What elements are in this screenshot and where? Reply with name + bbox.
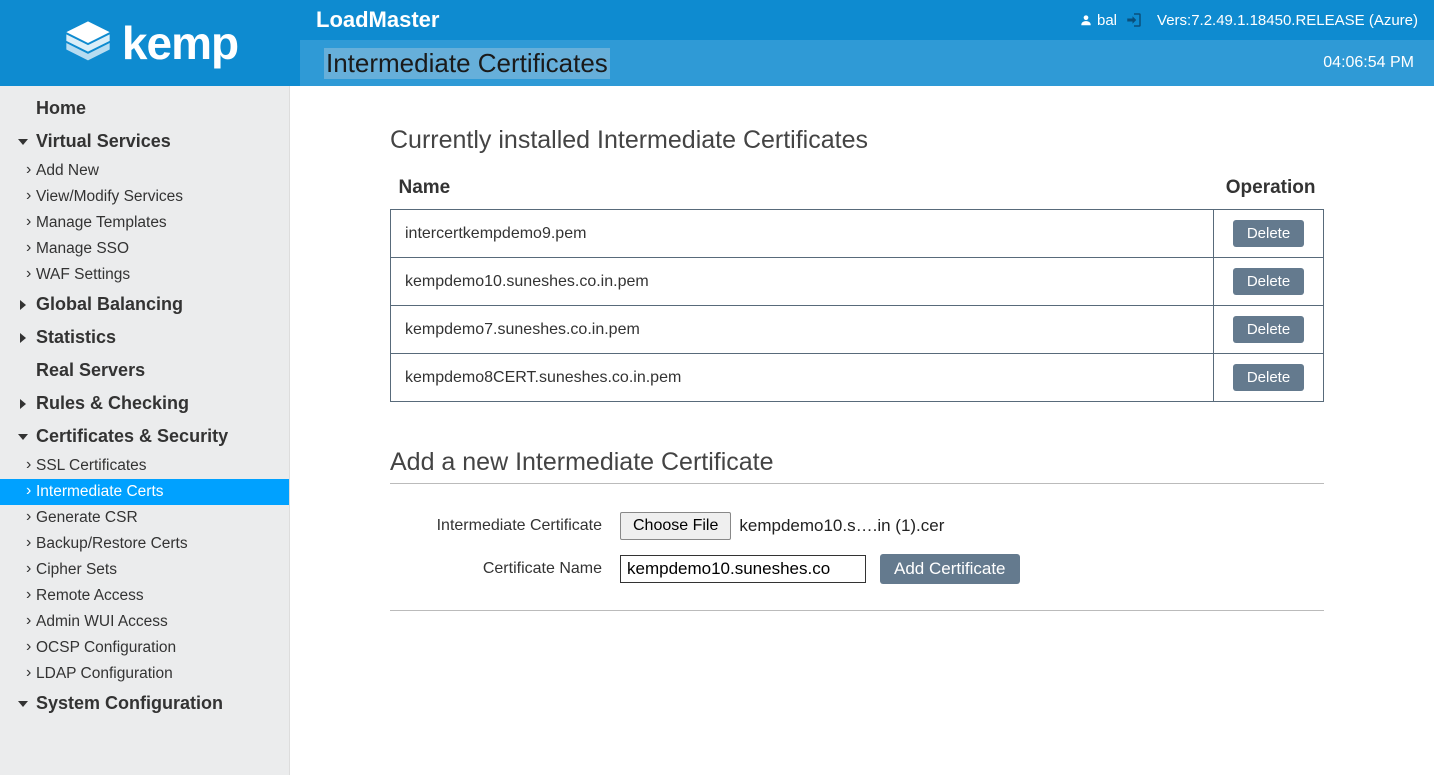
nav-vs-add-new[interactable]: Add New [0,158,289,184]
file-label: Intermediate Certificate [390,517,620,535]
logout-icon[interactable] [1125,11,1143,29]
nav-ocsp[interactable]: OCSP Configuration [0,635,289,661]
nav-generate-csr[interactable]: Generate CSR [0,505,289,531]
certs-table: Name Operation intercertkempdemo9.pem De… [390,173,1324,402]
top-header: kemp LoadMaster bal Vers:7.2.49.1.18450.… [0,0,1434,86]
product-name: LoadMaster [316,7,439,33]
installed-certs-heading: Currently installed Intermediate Certifi… [390,126,1324,155]
username: bal [1097,12,1117,29]
nav-vs-templates[interactable]: Manage Templates [0,210,289,236]
nav-vs-waf[interactable]: WAF Settings [0,262,289,288]
nav-home[interactable]: Home [0,92,289,125]
user-icon [1079,13,1093,27]
brand-logo: kemp [0,0,300,86]
header-row-top: LoadMaster bal Vers:7.2.49.1.18450.RELEA… [300,0,1434,40]
user-block[interactable]: bal [1079,11,1143,29]
cert-name-input[interactable] [620,555,866,583]
table-row: kempdemo8CERT.suneshes.co.in.pem Delete [391,354,1324,402]
kemp-logo-icon [62,17,114,69]
table-row: kempdemo7.suneshes.co.in.pem Delete [391,306,1324,354]
add-cert-form: Intermediate Certificate Choose File kem… [390,494,1324,611]
choose-file-button[interactable]: Choose File [620,512,731,540]
cert-name-cell: intercertkempdemo9.pem [391,210,1214,258]
nav-remote-access[interactable]: Remote Access [0,583,289,609]
nav-virtual-services[interactable]: Virtual Services [0,125,289,158]
nav-rules-checking[interactable]: Rules & Checking [0,387,289,420]
cert-name-cell: kempdemo8CERT.suneshes.co.in.pem [391,354,1214,402]
header-info: bal Vers:7.2.49.1.18450.RELEASE (Azure) [1079,11,1418,29]
nav-cipher-sets[interactable]: Cipher Sets [0,557,289,583]
header-right: LoadMaster bal Vers:7.2.49.1.18450.RELEA… [300,0,1434,86]
page-title: Intermediate Certificates [324,48,610,79]
cert-name-cell: kempdemo7.suneshes.co.in.pem [391,306,1214,354]
nav-ldap[interactable]: LDAP Configuration [0,661,289,687]
body-wrap: Home Virtual Services Add New View/Modif… [0,86,1434,775]
nav-vs-sso[interactable]: Manage SSO [0,236,289,262]
nav-admin-wui[interactable]: Admin WUI Access [0,609,289,635]
nav-vs-view-modify[interactable]: View/Modify Services [0,184,289,210]
nav-intermediate-certs[interactable]: Intermediate Certs [0,479,289,505]
nav-real-servers[interactable]: Real Servers [0,354,289,387]
file-row: Intermediate Certificate Choose File kem… [390,512,1324,540]
delete-button[interactable]: Delete [1233,220,1304,247]
add-certificate-button[interactable]: Add Certificate [880,554,1020,584]
table-row: kempdemo10.suneshes.co.in.pem Delete [391,258,1324,306]
name-label: Certificate Name [390,560,620,578]
nav-system-config[interactable]: System Configuration [0,687,289,720]
header-row-sub: Intermediate Certificates 04:06:54 PM [300,40,1434,86]
add-cert-section: Add a new Intermediate Certificate Inter… [390,448,1324,611]
page-time: 04:06:54 PM [1323,54,1414,72]
add-cert-heading: Add a new Intermediate Certificate [390,448,1324,484]
table-row: intercertkempdemo9.pem Delete [391,210,1324,258]
delete-button[interactable]: Delete [1233,316,1304,343]
name-row: Certificate Name Add Certificate [390,554,1324,584]
nav-ssl-certs[interactable]: SSL Certificates [0,453,289,479]
brand-text: kemp [122,16,238,70]
delete-button[interactable]: Delete [1233,364,1304,391]
col-operation-header: Operation [1214,173,1324,210]
main-content: Currently installed Intermediate Certifi… [290,86,1434,775]
sidebar: Home Virtual Services Add New View/Modif… [0,86,290,775]
delete-button[interactable]: Delete [1233,268,1304,295]
cert-name-cell: kempdemo10.suneshes.co.in.pem [391,258,1214,306]
version-string: Vers:7.2.49.1.18450.RELEASE (Azure) [1157,12,1418,29]
nav-global-balancing[interactable]: Global Balancing [0,288,289,321]
nav-statistics[interactable]: Statistics [0,321,289,354]
nav-backup-restore[interactable]: Backup/Restore Certs [0,531,289,557]
chosen-file-name: kempdemo10.s….in (1).cer [739,516,944,536]
nav-certificates-security[interactable]: Certificates & Security [0,420,289,453]
col-name-header: Name [391,173,1214,210]
